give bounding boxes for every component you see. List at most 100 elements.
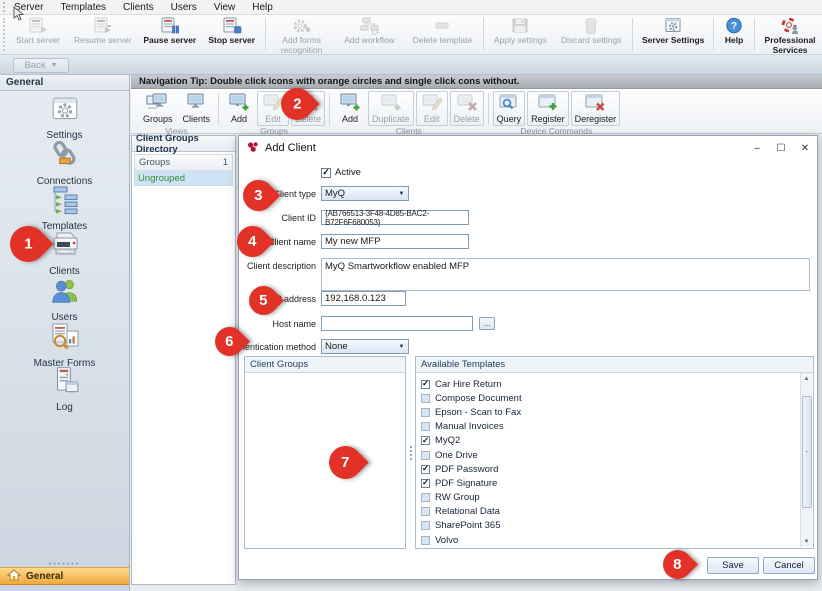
resume-server-button[interactable]: Resume server <box>68 15 138 54</box>
template-checkbox[interactable] <box>421 465 430 474</box>
template-list-item[interactable]: RW Group <box>418 491 798 505</box>
menu-templates[interactable]: Templates <box>60 2 106 13</box>
client-id-input[interactable]: {AB766513-3F48-4D85-BAC2-B72F6F680053} <box>321 210 469 225</box>
query-button[interactable]: Query <box>493 91 526 126</box>
client-name-input[interactable]: My new MFP <box>321 234 469 249</box>
scrollbar-thumb[interactable]: ▪ <box>802 396 812 508</box>
template-checkbox[interactable] <box>421 436 430 445</box>
close-icon[interactable]: ✕ <box>793 138 817 158</box>
toolbar-group-device-commands: Query Register Deregister Device Command… <box>493 89 621 133</box>
active-checkbox-box[interactable] <box>321 168 331 178</box>
scroll-up-icon[interactable]: ▲ <box>801 373 812 384</box>
menu-clients[interactable]: Clients <box>123 2 154 13</box>
template-list-item[interactable]: Volvo <box>418 533 798 547</box>
views-groups-button[interactable]: Groups <box>139 91 177 126</box>
template-label: MyQ2 <box>435 435 460 446</box>
register-button[interactable]: Register <box>527 91 569 126</box>
professional-services-button[interactable]: Professional Services <box>758 15 822 54</box>
group-row-ungrouped[interactable]: Ungrouped <box>135 171 232 185</box>
template-checkbox[interactable] <box>421 394 430 403</box>
sidebar-item-master-forms[interactable]: Master Forms <box>0 322 129 369</box>
groups-count: 1 <box>223 157 228 168</box>
template-checkbox[interactable] <box>421 536 430 545</box>
professional-services-icon <box>780 17 800 35</box>
authentication-method-select[interactable]: None ▼ <box>321 339 409 354</box>
groups-view-icon <box>146 93 170 114</box>
template-checkbox[interactable] <box>421 422 430 431</box>
groups-column-header[interactable]: Groups 1 <box>135 155 232 171</box>
minimize-icon[interactable]: – <box>745 138 769 158</box>
views-clients-button[interactable]: Clients <box>179 91 215 126</box>
panel-splitter[interactable] <box>406 356 415 549</box>
sidebar-item-users[interactable]: Users <box>0 276 129 323</box>
template-checkbox[interactable] <box>421 451 430 460</box>
dialog-titlebar[interactable]: Add Client – ☐ ✕ <box>239 136 817 160</box>
client-type-value: MyQ <box>325 188 345 199</box>
clients-delete-button[interactable]: Delete <box>450 91 484 126</box>
sidebar-item-connections[interactable]: Connections <box>0 140 129 187</box>
template-list-item[interactable]: Relational Data <box>418 505 798 519</box>
duplicate-icon <box>379 93 403 114</box>
clients-duplicate-button[interactable]: Duplicate <box>368 91 414 126</box>
template-list-item[interactable]: PDF Password <box>418 462 798 476</box>
template-checkbox[interactable] <box>421 380 430 389</box>
template-list-item[interactable]: Manual Invoices <box>418 420 798 434</box>
host-name-browse-button[interactable]: ... <box>479 317 495 330</box>
delete-template-button[interactable]: Delete template <box>405 15 481 54</box>
template-list-item[interactable]: Epson - Scan to Fax <box>418 405 798 419</box>
add-workflow-button[interactable]: Add workflow <box>335 15 405 54</box>
clients-edit-button[interactable]: Edit <box>416 91 448 126</box>
sidebar: General Settings Connections Templates C… <box>0 75 130 591</box>
help-icon: ? <box>725 17 743 35</box>
template-list-item[interactable]: Compose Document <box>418 391 798 405</box>
sidebar-item-log[interactable]: Log <box>0 366 129 413</box>
deregister-button[interactable]: Deregister <box>571 91 621 126</box>
template-checkbox[interactable] <box>421 521 430 530</box>
clients-view-icon <box>184 93 208 114</box>
deregister-icon <box>583 93 607 114</box>
menu-users[interactable]: Users <box>171 2 197 13</box>
server-settings-button[interactable]: Server Settings <box>636 15 710 54</box>
menu-view[interactable]: View <box>214 2 236 13</box>
pause-server-button[interactable]: Pause server <box>138 15 202 54</box>
resume-server-icon <box>93 17 113 35</box>
template-label: One Drive <box>435 450 478 461</box>
template-label: Volvo <box>435 535 458 546</box>
maximize-icon[interactable]: ☐ <box>769 138 793 158</box>
menu-help[interactable]: Help <box>252 2 273 13</box>
template-list-item[interactable]: PDF Signature <box>418 476 798 490</box>
client-type-select[interactable]: MyQ ▼ <box>321 186 409 201</box>
template-list-item[interactable]: Car Hire Return <box>418 377 798 391</box>
template-list-item[interactable]: One Drive <box>418 448 798 462</box>
apply-settings-button[interactable]: Apply settings <box>487 15 553 54</box>
groups-column-label: Groups <box>139 157 170 168</box>
ip-address-input[interactable]: 192,168.0.123 <box>321 291 406 306</box>
template-checkbox[interactable] <box>421 408 430 417</box>
stop-server-button[interactable]: Stop server <box>202 15 262 54</box>
cancel-button[interactable]: Cancel <box>763 557 815 574</box>
template-list-item[interactable]: SharePoint 365 <box>418 519 798 533</box>
help-button[interactable]: ? Help <box>717 15 751 54</box>
sidebar-footer-general[interactable]: General <box>0 567 129 585</box>
template-list-item[interactable]: MyQ2 <box>418 434 798 448</box>
app-window: Server Templates Clients Users View Help… <box>0 0 822 591</box>
host-name-input[interactable] <box>321 316 473 331</box>
template-checkbox[interactable] <box>421 507 430 516</box>
sidebar-item-settings[interactable]: Settings <box>0 96 129 141</box>
sidebar-item-templates[interactable]: Templates <box>0 185 129 232</box>
clients-add-button[interactable]: Add <box>334 91 366 126</box>
templates-scrollbar[interactable]: ▲ ▪ ▼ <box>800 373 812 547</box>
groups-add-label: Add <box>231 114 247 124</box>
client-description-input[interactable]: MyQ Smartworkflow enabled MFP <box>321 258 810 291</box>
client-name-value: My new MFP <box>325 236 380 247</box>
scroll-down-icon[interactable]: ▼ <box>801 536 812 547</box>
groups-add-button[interactable]: Add <box>223 91 255 126</box>
template-label: Manual Invoices <box>435 421 504 432</box>
template-checkbox[interactable] <box>421 493 430 502</box>
template-checkbox[interactable] <box>421 479 430 488</box>
active-checkbox[interactable]: Active <box>321 167 361 178</box>
discard-settings-button[interactable]: Discard settings <box>553 15 629 54</box>
save-button[interactable]: Save <box>707 557 759 574</box>
add-forms-recognition-button[interactable]: Add forms recognition <box>269 15 335 54</box>
back-button[interactable]: Back ▼ <box>13 58 69 73</box>
